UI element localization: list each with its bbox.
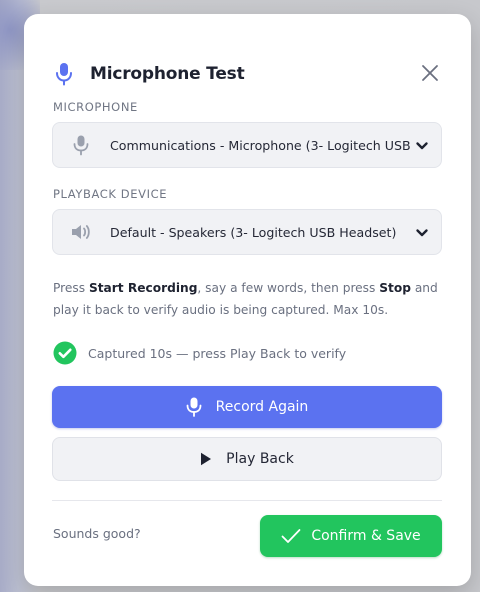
checkmark-icon <box>281 528 301 544</box>
playback-device-label: PLAYBACK DEVICE <box>53 187 168 201</box>
instructions-text: Press Start Recording, say a few words, … <box>53 277 448 321</box>
microphone-icon <box>186 397 202 417</box>
chevron-down-icon <box>415 225 429 239</box>
microphone-icon <box>54 62 74 86</box>
playback-device-selected-value: Default - Speakers (3- Logitech USB Head… <box>110 224 397 240</box>
dialog-title: Microphone Test <box>90 64 245 84</box>
confirm-save-label: Confirm & Save <box>311 528 421 544</box>
microphone-selected-value: Communications - Microphone (3- Logitech… <box>110 137 411 153</box>
status-text: Captured 10s — press Play Back to verify <box>88 345 347 361</box>
close-button[interactable] <box>417 60 443 86</box>
chevron-down-icon <box>415 138 429 152</box>
close-icon <box>422 65 438 81</box>
check-circle-icon <box>53 341 77 365</box>
confirm-save-button[interactable]: Confirm & Save <box>260 515 442 557</box>
microphone-test-dialog: Microphone Test MICROPHONE Communication… <box>24 14 471 586</box>
play-back-label: Play Back <box>226 451 294 467</box>
instructions-part: , say a few words, then press <box>197 281 380 295</box>
instructions-start-recording: Start Recording <box>88 281 198 295</box>
microphone-select[interactable]: Communications - Microphone (3- Logitech… <box>52 122 442 168</box>
microphone-icon <box>70 134 92 156</box>
microphone-label: MICROPHONE <box>53 100 138 114</box>
footer-divider <box>52 500 442 501</box>
play-icon <box>200 452 212 466</box>
instructions-stop: Stop <box>379 281 411 295</box>
footer-prompt: Sounds good? <box>53 526 141 541</box>
speaker-icon <box>70 221 92 243</box>
playback-device-select[interactable]: Default - Speakers (3- Logitech USB Head… <box>52 209 442 255</box>
capture-status: Captured 10s — press Play Back to verify <box>53 341 346 365</box>
play-back-button[interactable]: Play Back <box>52 437 442 481</box>
record-again-label: Record Again <box>215 399 309 415</box>
instructions-part: Press <box>53 281 89 295</box>
record-again-button[interactable]: Record Again <box>52 386 442 428</box>
dialog-header: Microphone Test <box>54 60 443 88</box>
